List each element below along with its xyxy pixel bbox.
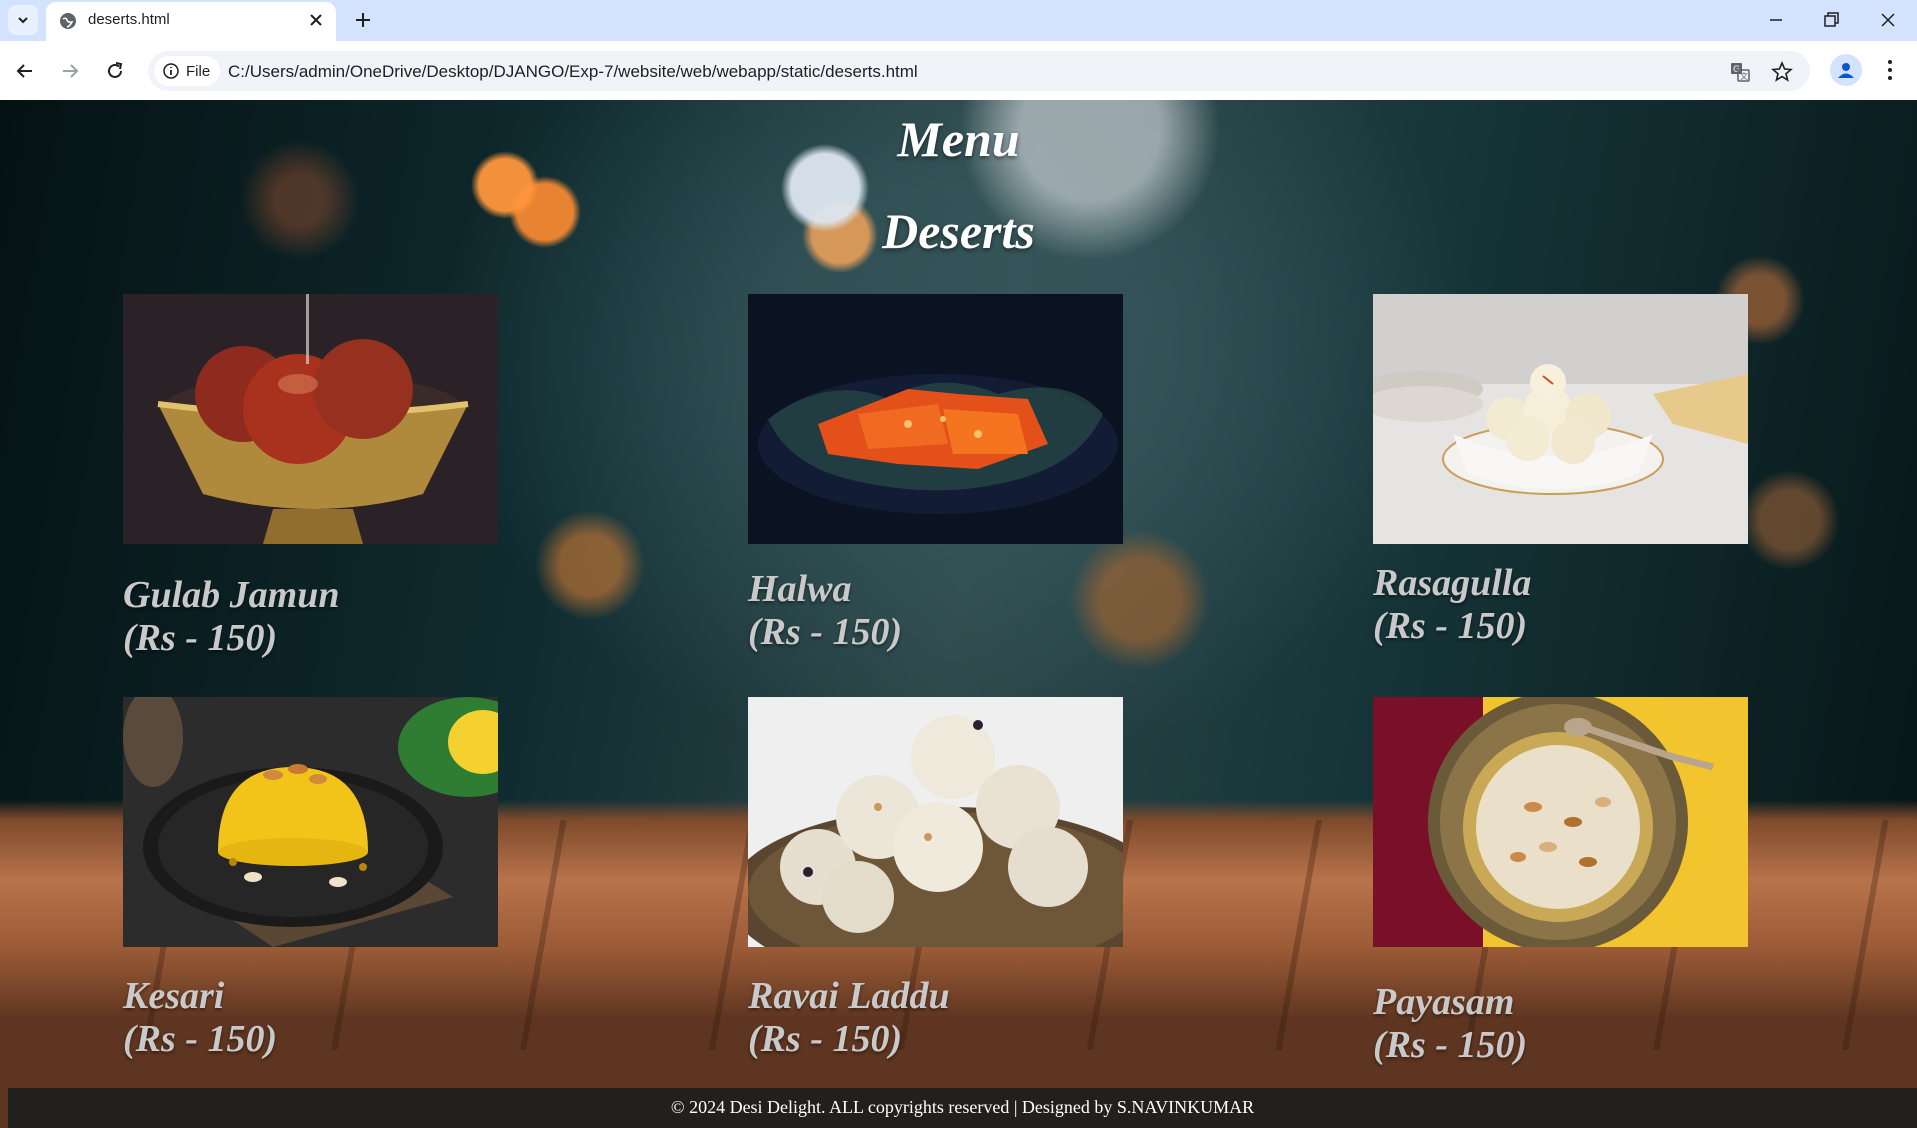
tab-strip: deserts.html — [0, 0, 1917, 41]
reload-icon — [108, 62, 123, 78]
dish-name: Rasagulla — [1373, 562, 1532, 604]
dish-price: (Rs - 150) — [748, 611, 903, 653]
info-icon — [163, 63, 179, 79]
profile-avatar[interactable] — [1830, 54, 1862, 86]
back-button[interactable] — [9, 55, 41, 87]
tab-search-button[interactable] — [8, 5, 38, 35]
menu-item-halwa: Halwa (Rs - 150) — [748, 294, 1123, 654]
close-icon[interactable] — [306, 10, 326, 30]
dish-price: (Rs - 150) — [1373, 1024, 1528, 1066]
dish-name: Kesari — [123, 975, 225, 1017]
chevron-down-icon — [18, 17, 28, 24]
minimize-icon[interactable] — [1762, 6, 1790, 34]
menu-item-gulab-jamun: Gulab Jamun (Rs - 150) — [123, 294, 498, 660]
menu-item-ravai-laddu: Ravai Laddu (Rs - 150) — [748, 697, 1123, 1061]
halwa-image — [748, 294, 1123, 544]
reload-button[interactable] — [99, 55, 131, 87]
svg-text:文: 文 — [1740, 71, 1748, 81]
window-close-icon[interactable] — [1874, 6, 1902, 34]
arrow-right-icon — [63, 64, 79, 78]
page-title: Menu — [897, 111, 1020, 167]
site-chip-label: File — [186, 62, 211, 80]
dish-price: (Rs - 150) — [123, 617, 278, 659]
new-tab-icon[interactable] — [350, 7, 376, 33]
arrow-left-icon — [16, 64, 32, 78]
browser-toolbar: File C:/Users/admin/OneDrive/Desktop/DJA… — [0, 41, 1917, 100]
kesari-image — [123, 697, 498, 947]
menu-item-rasagulla: Rasagulla (Rs - 150) — [1373, 294, 1748, 648]
dish-name: Halwa — [748, 568, 852, 610]
person-icon — [1838, 63, 1854, 78]
url-text[interactable]: C:/Users/admin/OneDrive/Desktop/DJANGO/E… — [228, 62, 918, 82]
dish-price: (Rs - 150) — [1373, 605, 1528, 647]
site-info-chip[interactable]: File — [154, 56, 221, 86]
menu-item-kesari: Kesari (Rs - 150) — [123, 697, 498, 1061]
dish-price: (Rs - 150) — [748, 1018, 903, 1060]
browser-tab[interactable]: deserts.html — [46, 2, 336, 41]
more-menu-icon[interactable] — [1878, 55, 1902, 85]
page-viewport: Menu Deserts Gulab Jamun (Rs - 150) Halw… — [0, 100, 1917, 1128]
page-footer: © 2024 Desi Delight. ALL copyrights rese… — [8, 1088, 1917, 1128]
rasagulla-image — [1373, 294, 1748, 544]
restore-icon[interactable] — [1817, 6, 1845, 34]
tab-title: deserts.html — [88, 11, 170, 28]
dish-price: (Rs - 150) — [123, 1018, 278, 1060]
translate-icon[interactable]: G文 — [1728, 60, 1752, 84]
ravai-laddu-image — [748, 697, 1123, 947]
forward-button[interactable] — [54, 55, 86, 87]
globe-icon — [60, 13, 76, 29]
dish-name: Gulab Jamun — [123, 574, 340, 616]
section-title: Deserts — [882, 203, 1035, 259]
dish-name: Payasam — [1373, 981, 1515, 1023]
dish-name: Ravai Laddu — [748, 975, 950, 1017]
menu-item-payasam: Payasam (Rs - 150) — [1373, 697, 1748, 1067]
payasam-image — [1373, 697, 1748, 947]
gulab-jamun-image — [123, 294, 498, 544]
address-bar[interactable]: File C:/Users/admin/OneDrive/Desktop/DJA… — [148, 51, 1810, 91]
star-icon[interactable] — [1770, 60, 1794, 84]
